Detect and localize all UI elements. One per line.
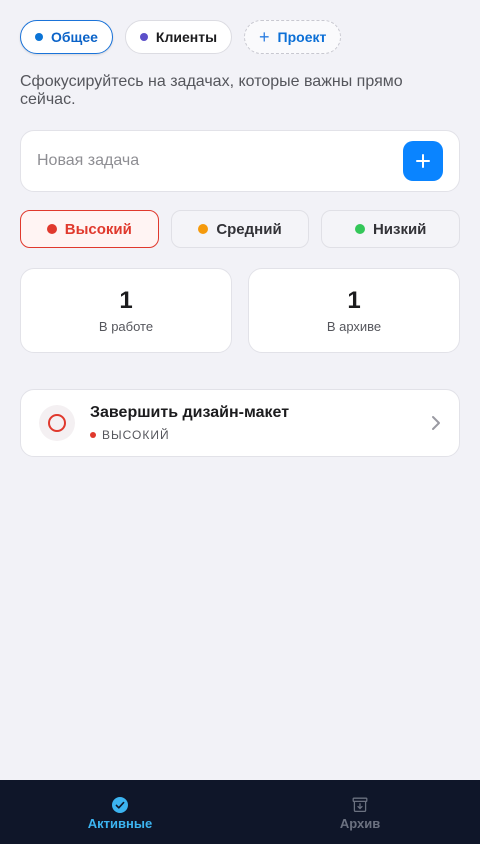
new-task-input[interactable] bbox=[37, 152, 403, 170]
stat-label: В архиве bbox=[326, 319, 382, 334]
tab-archive[interactable]: Архив bbox=[240, 780, 480, 831]
add-project-button[interactable]: + Проект bbox=[244, 20, 342, 54]
archive-box-icon bbox=[352, 797, 368, 813]
plus-icon bbox=[416, 154, 430, 168]
add-task-button[interactable] bbox=[403, 141, 443, 181]
priority-dot bbox=[354, 224, 365, 234]
project-dot bbox=[139, 33, 148, 41]
project-chip-clients[interactable]: Клиенты bbox=[124, 20, 233, 54]
stats-row: 1 В работе 1 В архиве bbox=[20, 268, 460, 353]
priority-low-button[interactable]: Низкий bbox=[321, 210, 461, 248]
priority-high-button[interactable]: Высокий bbox=[20, 210, 159, 248]
tab-active[interactable]: Активные bbox=[0, 780, 240, 831]
priority-medium-button[interactable]: Средний bbox=[170, 210, 310, 248]
add-project-label: Проект bbox=[277, 29, 327, 45]
priority-dot bbox=[198, 224, 209, 234]
stat-value: 1 bbox=[119, 287, 133, 314]
priority-dot bbox=[90, 432, 96, 438]
priority-selector: Высокий Средний Низкий bbox=[20, 210, 461, 248]
priority-dot bbox=[46, 224, 57, 234]
task-item[interactable]: Завершить дизайн-макет ВЫСОКИЙ bbox=[20, 389, 460, 457]
task-priority-tag: ВЫСОКИЙ bbox=[90, 428, 431, 442]
stat-value: 1 bbox=[347, 287, 361, 314]
stat-card-in-progress: 1 В работе bbox=[20, 268, 232, 353]
stat-label: В работе bbox=[98, 319, 154, 334]
page-subtitle: Сфокусируйтесь на задачах, которые важны… bbox=[20, 73, 403, 108]
tab-label: Активные bbox=[87, 816, 153, 831]
project-chip-general[interactable]: Общее bbox=[20, 20, 113, 54]
project-chips: Общее Клиенты + Проект bbox=[20, 20, 342, 54]
task-priority-label: ВЫСОКИЙ bbox=[102, 428, 170, 442]
task-title: Завершить дизайн-макет bbox=[90, 404, 290, 421]
new-task-card bbox=[20, 130, 460, 192]
tab-bar: Активные Архив bbox=[0, 780, 480, 844]
circle-icon bbox=[48, 414, 66, 432]
priority-label: Средний bbox=[216, 220, 282, 238]
priority-label: Низкий bbox=[372, 220, 427, 238]
stat-card-archived: 1 В архиве bbox=[248, 268, 460, 353]
priority-label: Высокий bbox=[64, 220, 132, 238]
app-screen: Общее Клиенты + Проект Сфокусируйтесь на… bbox=[0, 0, 480, 844]
plus-icon: + bbox=[259, 27, 270, 47]
chevron-right-icon bbox=[432, 416, 440, 430]
check-circle-icon bbox=[112, 797, 128, 813]
project-dot bbox=[35, 33, 43, 41]
task-complete-toggle[interactable] bbox=[39, 405, 75, 441]
task-body: Завершить дизайн-макет ВЫСОКИЙ bbox=[90, 404, 431, 442]
tab-label: Архив bbox=[339, 816, 381, 831]
project-chip-label: Общее bbox=[51, 29, 98, 45]
project-chip-label: Клиенты bbox=[155, 29, 218, 45]
